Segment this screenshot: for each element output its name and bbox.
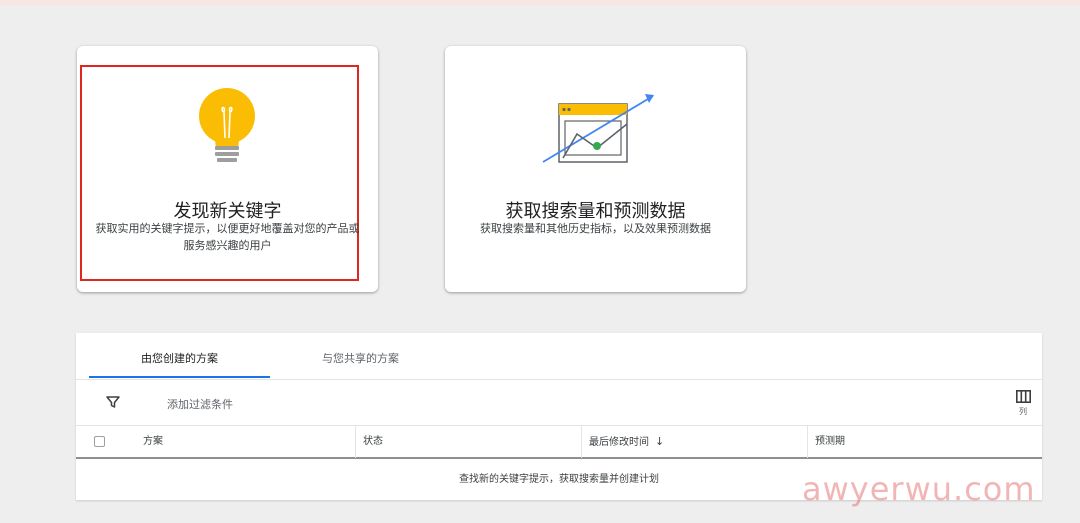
trend-chart-icon — [542, 94, 654, 163]
sort-descending-icon: ↓ — [655, 435, 665, 448]
column-header-last-modified[interactable]: 最后修改时间 ↓ — [589, 426, 664, 458]
columns-button[interactable]: 列 — [1013, 390, 1033, 422]
columns-label: 列 — [1019, 407, 1027, 416]
select-all-checkbox[interactable] — [94, 436, 105, 447]
column-header-label: 最后修改时间 — [589, 437, 649, 448]
tab-my-plans[interactable]: 由您创建的方案 — [89, 333, 270, 379]
filter-bar: 添加过滤条件 列 — [76, 380, 1042, 425]
search-volume-forecast-card[interactable]: 获取搜索量和预测数据 获取搜索量和其他历史指标，以及效果预测数据 — [445, 46, 746, 292]
column-divider — [355, 426, 356, 458]
lightbulb-icon — [199, 88, 255, 162]
watermark: awyerwu.com — [802, 470, 1036, 508]
column-divider — [807, 426, 808, 458]
table-header: 方案 状态 最后修改时间 ↓ 预测期 — [76, 425, 1042, 459]
add-filter-button[interactable]: 添加过滤条件 — [167, 396, 233, 412]
column-header-plan[interactable]: 方案 — [143, 426, 163, 458]
tab-shared-plans[interactable]: 与您共享的方案 — [270, 333, 451, 379]
card-description: 获取搜索量和其他历史指标，以及效果预测数据 — [480, 222, 711, 235]
plan-tabs: 由您创建的方案 与您共享的方案 — [76, 333, 1042, 380]
column-header-status[interactable]: 状态 — [363, 426, 383, 458]
columns-icon — [1015, 390, 1031, 403]
column-divider — [581, 426, 582, 458]
filter-icon[interactable] — [105, 394, 121, 410]
discover-keywords-card[interactable]: 发现新关键字 获取实用的关键字提示，以便更好地覆盖对您的产品或服务感兴趣的用户 — [77, 46, 378, 292]
card-description: 获取实用的关键字提示，以便更好地覆盖对您的产品或服务感兴趣的用户 — [95, 222, 360, 252]
column-header-forecast-period[interactable]: 预测期 — [815, 426, 845, 458]
active-tab-indicator — [89, 376, 270, 378]
top-strip — [0, 0, 1080, 6]
